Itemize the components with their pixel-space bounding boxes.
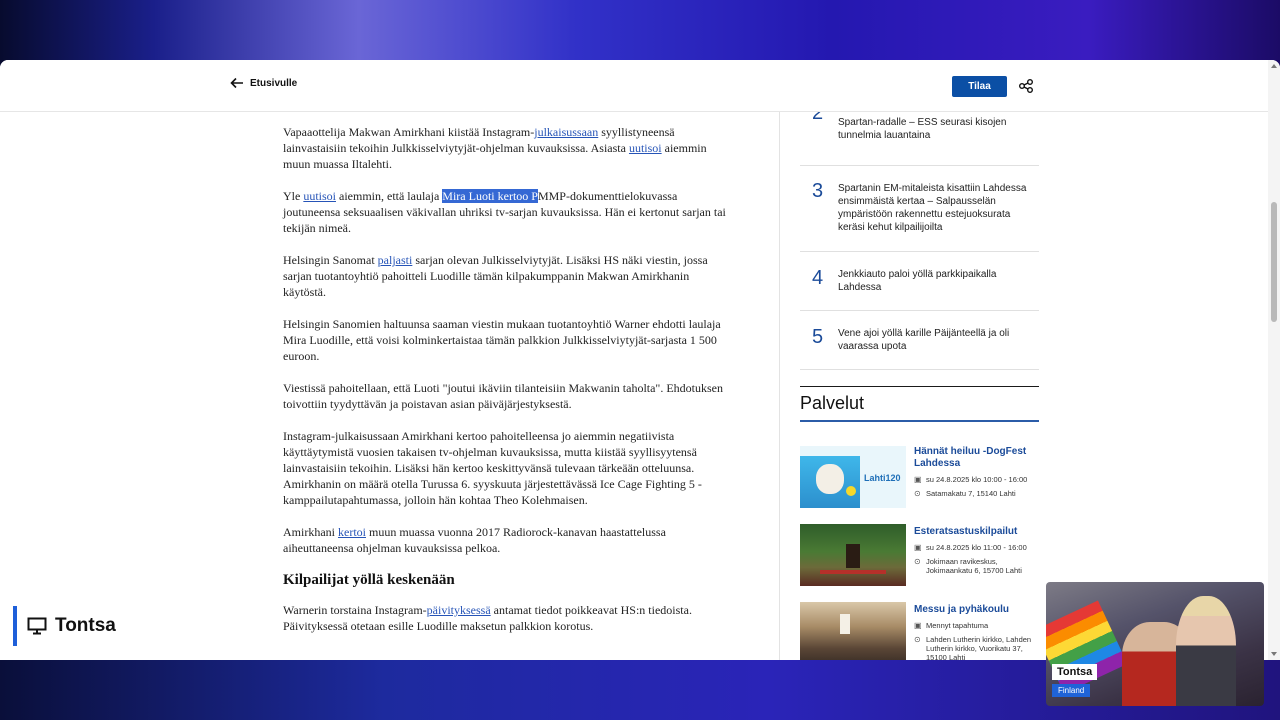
subscribe-button[interactable]: Tilaa — [952, 76, 1007, 97]
service-card[interactable]: Messu ja pyhäkoulu ▣ Mennyt tapahtuma ⊙ La… — [800, 602, 1039, 660]
article-paragraph: Helsingin Sanomien haltuunsa saaman vies… — [283, 317, 721, 363]
service-date: Mennyt tapahtuma — [926, 621, 989, 630]
inline-link[interactable]: uutisoi — [303, 189, 336, 203]
event-image — [800, 524, 906, 586]
page-scrollbar[interactable] — [1268, 60, 1280, 660]
column-divider — [779, 112, 780, 660]
channel-name: Tontsa — [55, 615, 116, 636]
person-right — [1176, 596, 1236, 706]
service-title[interactable]: Esteratsastuskilpailut — [914, 526, 1039, 538]
event-image-figure — [840, 614, 850, 634]
location-pin-icon: ⊙ — [914, 489, 921, 498]
service-title[interactable]: Hännät heiluu -DogFest Lahdessa — [914, 446, 1039, 470]
scroll-up-icon[interactable] — [1271, 64, 1277, 68]
service-card[interactable]: Esteratsastuskilpailut ▣ su 24.8.2025 klo… — [800, 524, 1039, 602]
article-paragraph: Amirkhani kertoi muun muassa vuonna 2017… — [283, 525, 666, 555]
event-image-dog — [816, 464, 844, 494]
most-read-title: Spartan-radalle – ESS seurasi kisojen tu… — [838, 117, 1007, 141]
share-icon[interactable] — [1018, 78, 1034, 94]
service-card[interactable]: Lahti120 Hännät heiluu -DogFest Lahdessa… — [800, 446, 1039, 524]
calendar-icon: ▣ — [914, 621, 922, 630]
scrollbar-thumb[interactable] — [1271, 202, 1277, 322]
rank-number: 5 — [812, 326, 824, 348]
services-heading: Palvelut — [800, 386, 1039, 422]
event-image: Lahti120 — [800, 446, 906, 508]
back-to-front-page-link[interactable]: Etusivulle — [230, 77, 297, 89]
service-date: su 24.8.2025 klo 11:00 - 16:00 — [926, 543, 1027, 552]
monitor-icon — [27, 617, 47, 635]
most-read-title: Vene ajoi yöllä karille Päijänteellä ja … — [838, 328, 1010, 352]
article-paragraph: Helsingin Sanomat paljasti sarjan olevan… — [283, 253, 708, 299]
most-read-title: Jenkkiauto paloi yöllä parkkipaikalla La… — [838, 269, 997, 293]
scroll-down-icon[interactable] — [1271, 652, 1277, 656]
service-info: Hännät heiluu -DogFest Lahdessa ▣ su 24.8… — [914, 446, 1039, 498]
text-selection[interactable]: Mira Luoti kertoo P — [442, 189, 538, 203]
article-paragraph: Yle uutisoi aiemmin, että laulaja Mira L… — [283, 189, 726, 235]
location-pin-icon: ⊙ — [914, 635, 921, 644]
calendar-icon: ▣ — [914, 543, 922, 552]
event-logo: Lahti120 — [864, 473, 901, 483]
rank-number: 3 — [812, 180, 824, 202]
browser-viewport: Etusivulle Tilaa Vapaaottelija Makwan Am… — [0, 60, 1280, 660]
service-date: su 24.8.2025 klo 10:00 - 16:00 — [926, 475, 1028, 484]
article-paragraph: Vapaaottelija Makwan Amirkhani kiistää I… — [283, 125, 707, 171]
event-image-toy — [846, 486, 856, 496]
article-paragraph: Viestissä pahoitellaan, että Luoti "jout… — [283, 381, 723, 411]
event-image — [800, 602, 906, 660]
location-pin-icon: ⊙ — [914, 557, 921, 566]
inline-link[interactable]: julkaisussaan — [534, 125, 598, 139]
most-read-title: Spartanin EM-mitaleista kisattiin Lahdes… — [838, 183, 1027, 233]
cam-name-label: Tontsa — [1052, 664, 1098, 680]
service-title[interactable]: Messu ja pyhäkoulu — [914, 604, 1039, 616]
back-link-label: Etusivulle — [250, 77, 298, 89]
service-place: Lahden Lutherin kirkko, Lahden Lutherin … — [926, 635, 1032, 660]
webcam-overlay: Tontsa Finland — [1046, 582, 1264, 706]
article-paragraph: Warnerin torstaina Instagram-päivitykses… — [283, 603, 692, 633]
service-place: Jokimaan ravikeskus, Jokimaankatu 6, 157… — [926, 557, 1022, 575]
service-place: Satamakatu 7, 15140 Lahti — [926, 489, 1016, 498]
article-paragraph: Instagram-julkaisussaan Amirkhani kertoo… — [283, 429, 702, 507]
most-read-item[interactable]: 4 Jenkkiauto paloi yöllä parkkipaikalla … — [800, 252, 1039, 311]
service-info: Esteratsastuskilpailut ▣ su 24.8.2025 klo… — [914, 526, 1039, 575]
most-read-item[interactable]: 3 Spartanin EM-mitaleista kisattiin Lahd… — [800, 166, 1039, 252]
cam-location-label: Finland — [1052, 684, 1091, 697]
service-info: Messu ja pyhäkoulu ▣ Mennyt tapahtuma ⊙ La… — [914, 604, 1039, 660]
event-image-horse — [846, 544, 860, 568]
arrow-left-icon — [230, 77, 243, 89]
site-header: Etusivulle Tilaa — [0, 60, 1268, 112]
inline-link[interactable]: kertoi — [338, 525, 366, 539]
article-body: Vapaaottelija Makwan Amirkhani kiistää I… — [283, 124, 728, 650]
inline-link[interactable]: paljasti — [378, 253, 413, 267]
sidebar: 2 Spartan-radalle – ESS seurasi kisojen … — [800, 102, 1039, 660]
event-image-fence — [820, 570, 886, 574]
most-read-item[interactable]: 2 Spartan-radalle – ESS seurasi kisojen … — [800, 102, 1039, 166]
inline-link[interactable]: uutisoi — [629, 141, 662, 155]
rank-number: 4 — [812, 267, 824, 289]
calendar-icon: ▣ — [914, 475, 922, 484]
article-subheading: Kilpailijat yöllä keskenään — [283, 572, 455, 588]
inline-link[interactable]: päivityksessä — [427, 603, 491, 617]
most-read-item[interactable]: 5 Vene ajoi yöllä karille Päijänteellä j… — [800, 311, 1039, 370]
channel-badge: Tontsa — [13, 606, 133, 646]
